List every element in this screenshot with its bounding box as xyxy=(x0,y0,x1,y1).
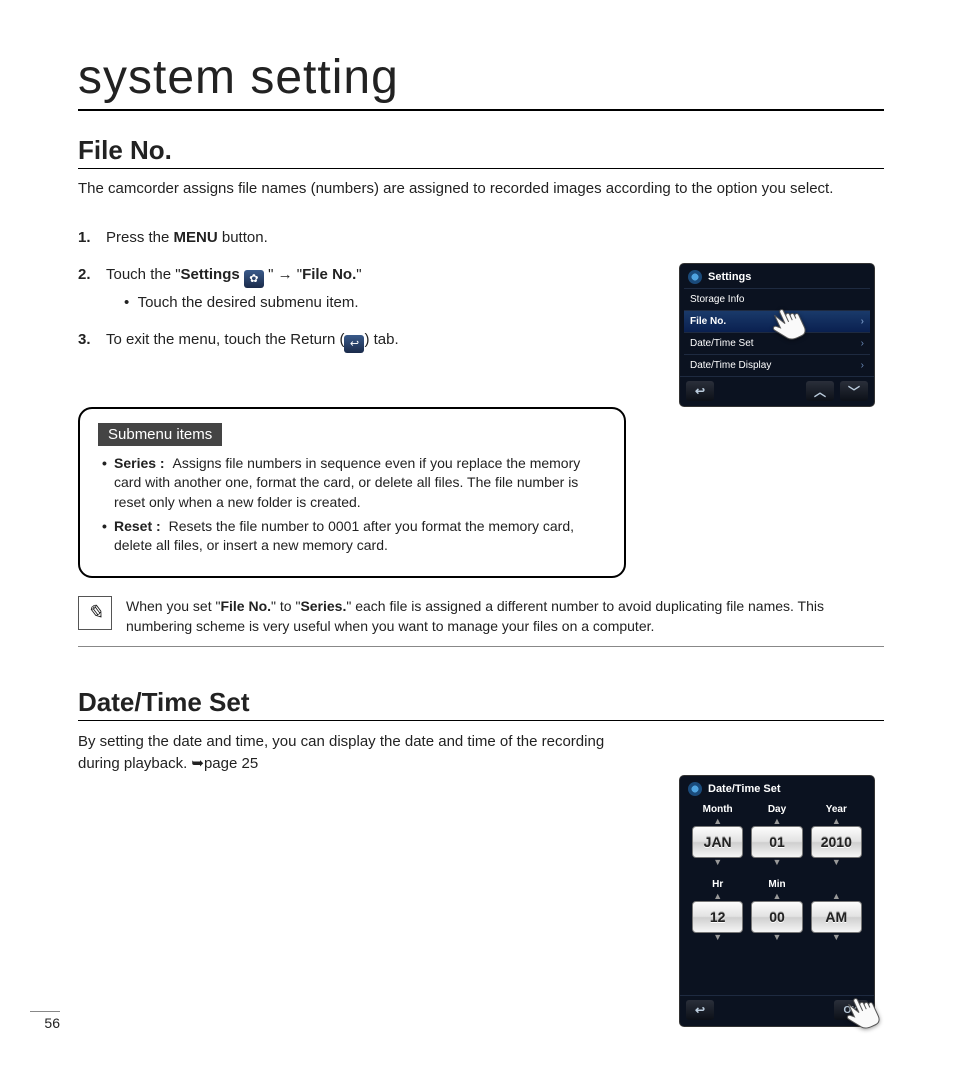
return-button[interactable]: ↩ xyxy=(686,1000,714,1020)
note-icon: ✎ xyxy=(78,596,112,630)
year-spinner[interactable]: 2010 xyxy=(811,826,862,858)
device-header: Settings xyxy=(680,264,874,288)
step-text: " xyxy=(356,266,361,283)
spin-up-icon[interactable]: ▲ xyxy=(811,892,862,901)
chevron-right-icon: › xyxy=(861,360,864,371)
file-no-heading: File No. xyxy=(78,135,884,169)
minute-column: Min ▲ 00 ▼ xyxy=(751,879,802,942)
hr-label: Hr xyxy=(692,879,743,890)
spin-down-icon[interactable]: ▼ xyxy=(751,933,802,942)
file-no-steps: 1. Press the MENU button. 2. Touch the "… xyxy=(78,227,618,353)
spin-down-icon[interactable]: ▼ xyxy=(692,858,743,867)
day-column: Day ▲ 01 ▼ xyxy=(751,804,802,867)
step-text: Touch the " xyxy=(106,266,181,283)
chevron-right-icon: › xyxy=(861,316,864,327)
step-3: 3. To exit the menu, touch the Return (↩… xyxy=(78,329,618,353)
spin-down-icon[interactable]: ▼ xyxy=(692,933,743,942)
day-spinner[interactable]: 01 xyxy=(751,826,802,858)
date-time-heading: Date/Time Set xyxy=(78,687,884,721)
ampm-label xyxy=(811,879,862,890)
minute-spinner[interactable]: 00 xyxy=(751,901,802,933)
spin-up-icon[interactable]: ▲ xyxy=(751,892,802,901)
step-text: button. xyxy=(218,229,268,246)
spin-up-icon[interactable]: ▲ xyxy=(751,817,802,826)
file-no-word: File No. xyxy=(302,266,356,283)
series-label: Series : xyxy=(114,455,165,471)
device-header: Date/Time Set xyxy=(680,776,874,800)
gear-icon xyxy=(688,270,702,284)
step-num: 2. xyxy=(78,264,98,315)
file-no-intro: The camcorder assigns file names (number… xyxy=(78,179,884,199)
ampm-spinner[interactable]: AM xyxy=(811,901,862,933)
page-number: 56 xyxy=(30,1011,60,1031)
series-desc: Assigns file numbers in sequence even if… xyxy=(114,455,580,510)
note-text: When you set "File No." to "Series." eac… xyxy=(126,596,884,637)
year-label: Year xyxy=(811,804,862,815)
month-column: Month ▲ JAN ▼ xyxy=(692,804,743,867)
step-1: 1. Press the MENU button. xyxy=(78,227,618,250)
hand-pointer-icon xyxy=(766,302,812,351)
device-datetime-screen: Date/Time Set Month ▲ JAN ▼ Day ▲ 01 ▼ Y… xyxy=(680,776,874,1026)
step-2: 2. Touch the "Settings ✿ " → "File No." … xyxy=(78,264,618,315)
page-title: system setting xyxy=(78,50,884,111)
chevron-right-icon: › xyxy=(861,338,864,349)
reset-desc: Resets the file number to 0001 after you… xyxy=(114,518,574,554)
scroll-up-button[interactable]: ︿ xyxy=(806,381,834,401)
spin-down-icon[interactable]: ▼ xyxy=(811,933,862,942)
spin-down-icon[interactable]: ▼ xyxy=(751,858,802,867)
step-text: Press the xyxy=(106,229,174,246)
month-spinner[interactable]: JAN xyxy=(692,826,743,858)
return-icon: ↩ xyxy=(344,335,364,353)
submenu-box: Submenu items • Series : Assigns file nu… xyxy=(78,407,626,578)
spin-up-icon[interactable]: ▲ xyxy=(692,892,743,901)
scroll-down-button[interactable]: ﹀ xyxy=(840,381,868,401)
hand-pointer-icon xyxy=(840,991,886,1040)
step-text: " → " xyxy=(268,266,302,283)
year-column: Year ▲ 2010 ▼ xyxy=(811,804,862,867)
step-text: To exit the menu, touch the Return ( xyxy=(106,331,344,348)
submenu-reset: • Reset : Resets the file number to 0001… xyxy=(98,517,606,556)
day-label: Day xyxy=(751,804,802,815)
return-button[interactable]: ↩ xyxy=(686,381,714,401)
submenu-series: • Series : Assigns file numbers in seque… xyxy=(98,454,606,513)
step-2-bullet: • Touch the desired submenu item. xyxy=(124,292,362,315)
step-num: 3. xyxy=(78,329,98,353)
hour-spinner[interactable]: 12 xyxy=(692,901,743,933)
menu-word: MENU xyxy=(174,229,218,246)
settings-word: Settings xyxy=(181,266,240,283)
device-title: Settings xyxy=(708,271,751,283)
spin-down-icon[interactable]: ▼ xyxy=(811,858,862,867)
submenu-title: Submenu items xyxy=(98,423,222,446)
menu-date-time-display[interactable]: Date/Time Display› xyxy=(684,354,870,376)
note: ✎ When you set "File No." to "Series." e… xyxy=(78,596,884,648)
step-num: 1. xyxy=(78,227,98,250)
device-settings-screen: Settings Storage Info File No.› Date/Tim… xyxy=(680,264,874,406)
step-text: ) tab. xyxy=(364,331,398,348)
spin-up-icon[interactable]: ▲ xyxy=(692,817,743,826)
hour-column: Hr ▲ 12 ▼ xyxy=(692,879,743,942)
min-label: Min xyxy=(751,879,802,890)
ampm-column: ▲ AM ▼ xyxy=(811,879,862,942)
device-title: Date/Time Set xyxy=(708,783,781,795)
reset-label: Reset : xyxy=(114,518,161,534)
spin-up-icon[interactable]: ▲ xyxy=(811,817,862,826)
month-label: Month xyxy=(692,804,743,815)
gear-icon xyxy=(688,782,702,796)
gear-icon: ✿ xyxy=(244,270,264,288)
date-time-body: By setting the date and time, you can di… xyxy=(78,731,618,775)
